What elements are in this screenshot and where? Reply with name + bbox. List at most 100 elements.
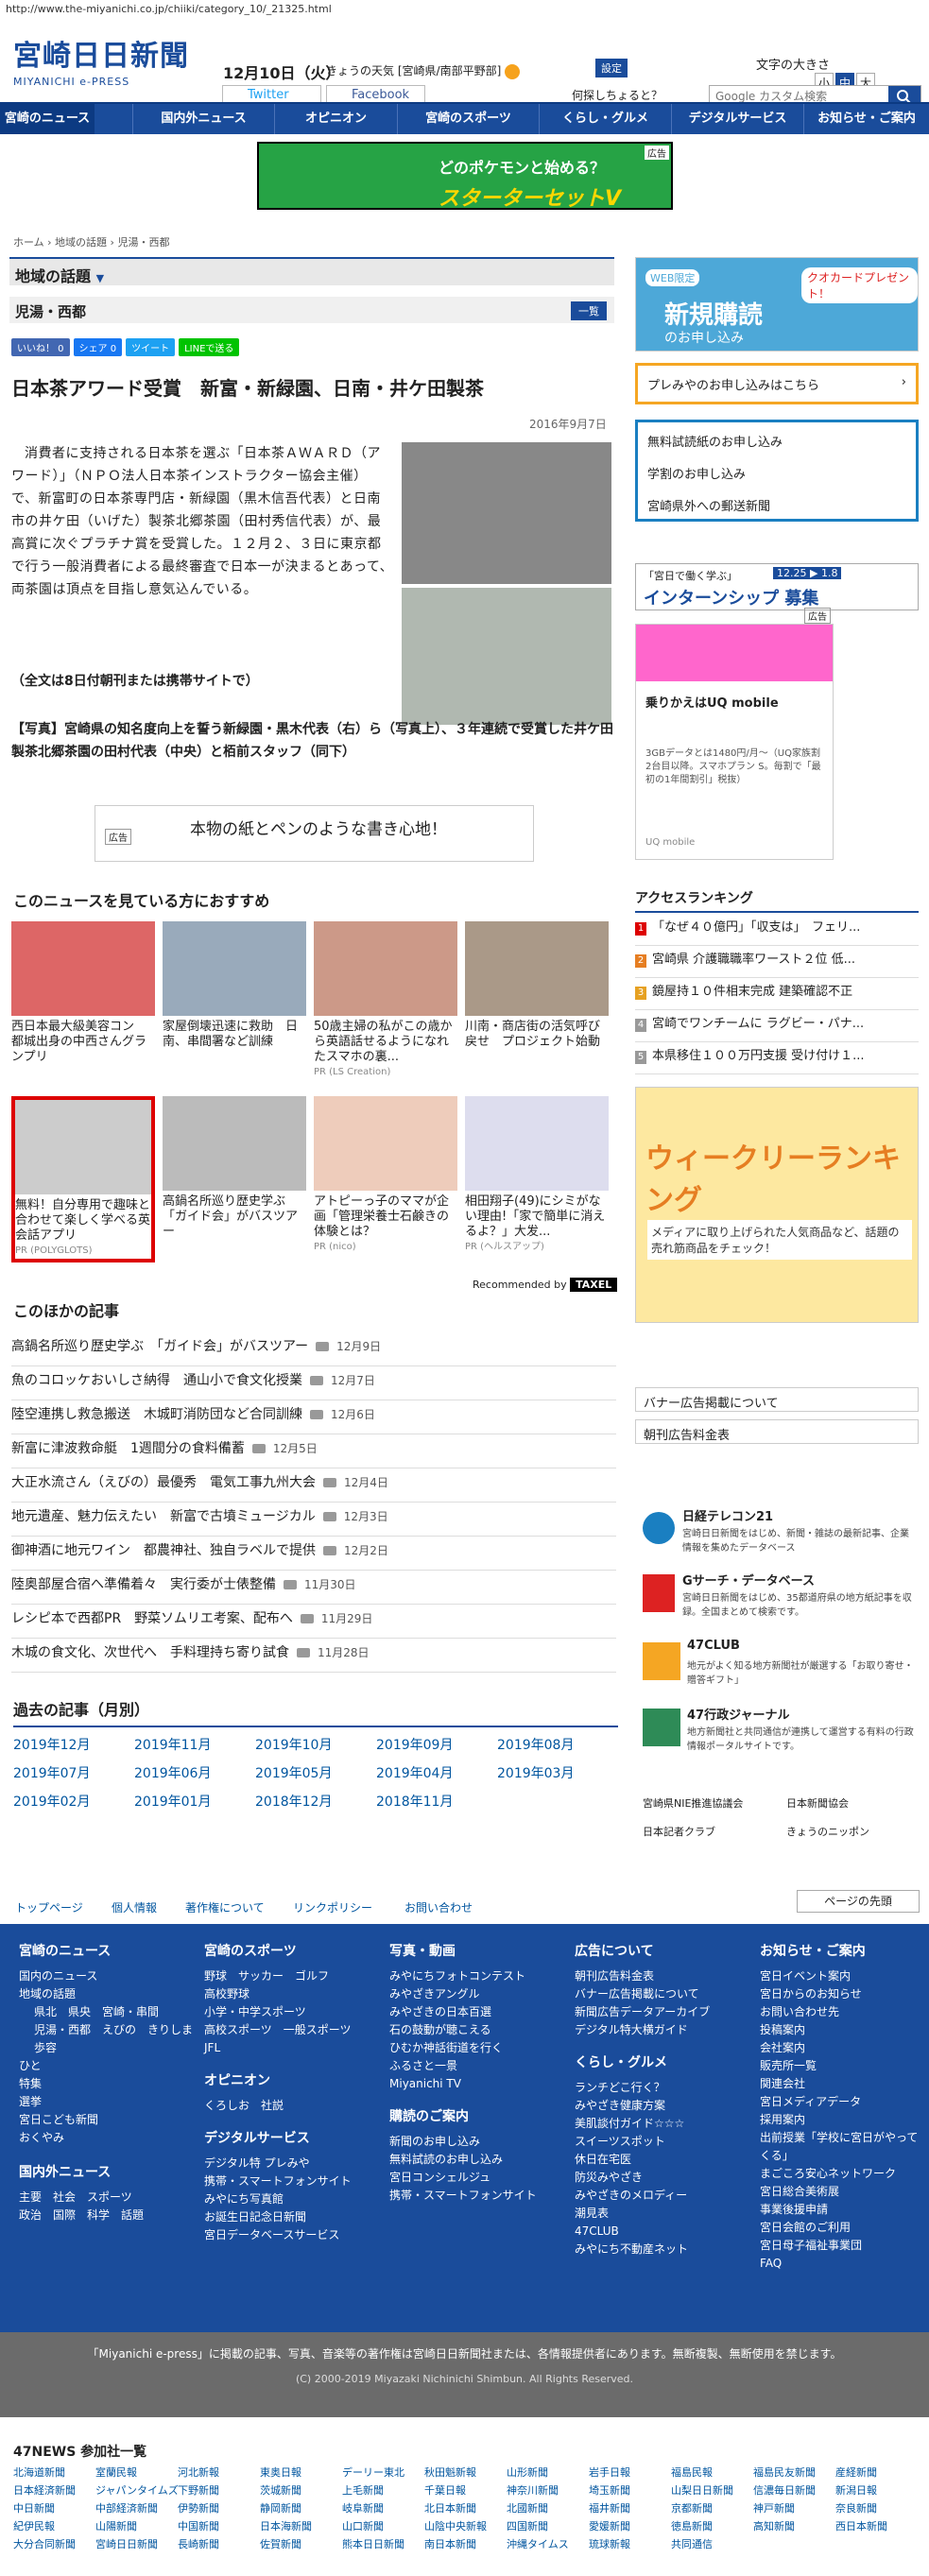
footer-link[interactable]: 休日在宅医 — [575, 2151, 710, 2169]
nav-lifestyle[interactable]: くらし・グルメ — [539, 104, 671, 134]
footer-link[interactable]: ひと — [19, 2057, 193, 2075]
news47-link[interactable]: 神戸新聞 — [753, 2500, 795, 2516]
news47-link[interactable]: 山形新聞 — [507, 2464, 548, 2480]
footer-link[interactable]: 宮日母子福祉事業団 — [760, 2237, 920, 2255]
news47-link[interactable]: 佐賀新聞 — [260, 2536, 301, 2551]
footer-link[interactable]: 新聞広告データアーカイブ — [575, 2003, 710, 2021]
footer-link[interactable]: スイーツスポット — [575, 2133, 710, 2151]
footer-link[interactable]: 出前授業「学校に宮日がやってくる」 — [760, 2129, 920, 2165]
footer-heading[interactable]: 写真・動画 — [389, 1941, 537, 1960]
footer-link[interactable]: まごころ安心ネットワーク — [760, 2165, 920, 2183]
footer-heading[interactable]: 購読のご案内 — [389, 2106, 537, 2125]
footer-heading[interactable]: 広告について — [575, 1941, 710, 1960]
footer-link[interactable]: 特集 — [19, 2075, 193, 2093]
news47-link[interactable]: 京都新聞 — [671, 2500, 713, 2516]
footer-link[interactable]: 主要 社会 スポーツ — [19, 2189, 193, 2207]
news47-link[interactable]: 山陰中央新報 — [424, 2518, 487, 2533]
footer-link[interactable]: 国内のニュース — [19, 1967, 193, 1985]
month-link[interactable]: 2018年11月 — [376, 1792, 453, 1811]
news47-link[interactable]: 茨城新聞 — [260, 2482, 301, 2498]
nav-info[interactable]: お知らせ・ご案内 — [803, 104, 929, 134]
rec-item[interactable]: アトピーっ子のママが企画「管理栄養士石鹸きの体験とは？ PR (nico) — [314, 1096, 457, 1255]
news47-link[interactable]: 長崎新聞 — [178, 2536, 219, 2551]
footer-link[interactable]: みやざき健康方案 — [575, 2097, 710, 2115]
press-club-link[interactable]: 日本記者クラブ — [643, 1824, 715, 1839]
news47-link[interactable]: 西日本新聞 — [835, 2518, 887, 2533]
footer-link[interactable]: 高校スポーツ 一般スポーツ — [204, 2021, 352, 2039]
news47-link[interactable]: 山口新聞 — [342, 2518, 384, 2533]
news47-link[interactable]: 北國新聞 — [507, 2500, 548, 2516]
footer-heading[interactable]: お知らせ・ご案内 — [760, 1941, 920, 1960]
news47-link[interactable]: 埼玉新聞 — [589, 2482, 630, 2498]
footer-link[interactable]: 野球 サッカー ゴルフ — [204, 1967, 352, 1985]
footer-link[interactable]: 政治 国際 科学 話題 — [19, 2207, 193, 2224]
settings-button[interactable]: 設定 — [595, 59, 628, 77]
ranking-item[interactable]: 2 宮崎県 介護職職率ワースト２位 低... — [635, 946, 919, 978]
news47-link[interactable]: 東奥日報 — [260, 2464, 301, 2480]
footer-link[interactable]: FAQ — [760, 2255, 920, 2273]
footer-heading[interactable]: デジタルサービス — [204, 2128, 352, 2147]
month-link[interactable]: 2019年05月 — [255, 1763, 332, 1782]
news47-link[interactable]: 北海道新聞 — [13, 2464, 65, 2480]
service-gsearch[interactable]: Gサーチ・データベース 宮崎日日新聞をはじめ、35都道府県の地方紙記事を収録。全… — [635, 1567, 919, 1623]
nav-sports[interactable]: 宮崎のスポーツ — [397, 104, 539, 134]
month-link[interactable]: 2019年08月 — [497, 1735, 574, 1754]
ranking-item[interactable]: 4 宮崎でワンチームに ラグビー・パナ... — [635, 1010, 919, 1042]
news47-link[interactable]: 紀伊民報 — [13, 2518, 55, 2533]
line-button[interactable]: LINEで送る — [179, 338, 240, 356]
footer-link[interactable]: 新聞のお申し込み — [389, 2133, 537, 2151]
footer-link[interactable]: 地域の話題 — [19, 1985, 193, 2003]
news47-link[interactable]: 上毛新聞 — [342, 2482, 384, 2498]
news47-link[interactable]: 福井新聞 — [589, 2500, 630, 2516]
month-link[interactable]: 2019年12月 — [13, 1735, 90, 1754]
ad-rate-link[interactable]: 朝刊広告料金表 — [635, 1419, 919, 1444]
month-link[interactable]: 2019年04月 — [376, 1763, 453, 1782]
news47-link[interactable]: 山梨日日新聞 — [671, 2482, 733, 2498]
url-bar[interactable]: http://www.the-miyanichi.co.jp/chiiki/ca… — [0, 0, 929, 19]
footer-heading[interactable]: 宮崎のスポーツ — [204, 1941, 352, 1960]
ranking-item[interactable]: 5 本県移住１００万円支援 受け付け１... — [635, 1042, 919, 1074]
footer-link[interactable]: みやざきアングル — [389, 1985, 537, 2003]
list-item[interactable]: 木城の食文化、次世代へ 手料理持ち寄り試食 11月28日 — [11, 1639, 616, 1673]
footer-link-policy[interactable]: リンクポリシー — [293, 1899, 372, 1915]
news47-link[interactable]: 山陽新聞 — [95, 2518, 137, 2533]
footer-link[interactable]: 歩容 — [19, 2039, 193, 2057]
news47-link[interactable]: 信濃毎日新聞 — [753, 2482, 816, 2498]
site-logo[interactable]: 宮崎日日新聞 MIYANICHI e-PRESS — [13, 32, 193, 89]
footer-copyright[interactable]: 著作権について — [185, 1899, 265, 1915]
newspaper-assoc-link[interactable]: 日本新聞協会 — [786, 1795, 849, 1811]
news47-link[interactable]: 宮崎日日新聞 — [95, 2536, 158, 2551]
footer-link[interactable]: 事業後援申請 — [760, 2201, 920, 2219]
list-item[interactable]: 陸奥部屋合宿へ準備着々 実行委が士俵整備 11月30日 — [11, 1571, 616, 1605]
fb-share-button[interactable]: シェア 0 — [73, 338, 123, 356]
footer-link[interactable]: 美肌談付ガイド☆☆☆ — [575, 2115, 710, 2133]
footer-link[interactable]: 宮日総合美術展 — [760, 2183, 920, 2201]
footer-link[interactable]: 防災みやざき — [575, 2169, 710, 2187]
news47-link[interactable]: 中国新聞 — [178, 2518, 219, 2533]
ranking-item[interactable]: 1 「なぜ４０億円」「収支は」 フェリ... — [635, 914, 919, 946]
breadcrumb[interactable]: ホーム › 地域の話題 › 児湯・西都 — [13, 234, 169, 249]
premium-link[interactable]: プレみやのお申し込みはこちら › — [635, 363, 919, 404]
banner-ad-info-link[interactable]: バナー広告掲載について — [635, 1387, 919, 1412]
footer-link[interactable]: みやざきのメロディー — [575, 2187, 710, 2205]
news47-link[interactable]: 四国新聞 — [507, 2518, 548, 2533]
month-link[interactable]: 2019年10月 — [255, 1735, 332, 1754]
mail-delivery-link[interactable]: 宮崎県外への郵送新聞 — [647, 496, 770, 514]
news47-link[interactable]: 河北新報 — [178, 2464, 219, 2480]
footer-link[interactable]: 宮日メディアデータ — [760, 2093, 920, 2111]
footer-link[interactable]: JFL — [204, 2039, 352, 2057]
footer-link[interactable]: みやにちフォトコンテスト — [389, 1967, 537, 1985]
footer-link[interactable]: デジタル特 プレみや — [204, 2155, 352, 2172]
footer-link[interactable]: 会社案内 — [760, 2039, 920, 2057]
footer-link[interactable]: ランチどこ行く？ — [575, 2079, 710, 2097]
footer-link[interactable]: お誕生日記念日新聞 — [204, 2208, 352, 2226]
footer-link[interactable]: 携帯・スマートフォンサイト — [204, 2172, 352, 2190]
news47-link[interactable]: デーリー東北 — [342, 2464, 404, 2480]
month-link[interactable]: 2019年02月 — [13, 1792, 90, 1811]
footer-link[interactable]: お問い合わせ先 — [760, 2003, 920, 2021]
news47-link[interactable]: 神奈川新聞 — [507, 2482, 559, 2498]
footer-contact[interactable]: お問い合わせ — [404, 1899, 473, 1915]
footer-link[interactable]: Miyanichi TV — [389, 2075, 537, 2093]
footer-link[interactable]: 採用案内 — [760, 2111, 920, 2129]
footer-link[interactable]: 朝刊広告料金表 — [575, 1967, 710, 1985]
